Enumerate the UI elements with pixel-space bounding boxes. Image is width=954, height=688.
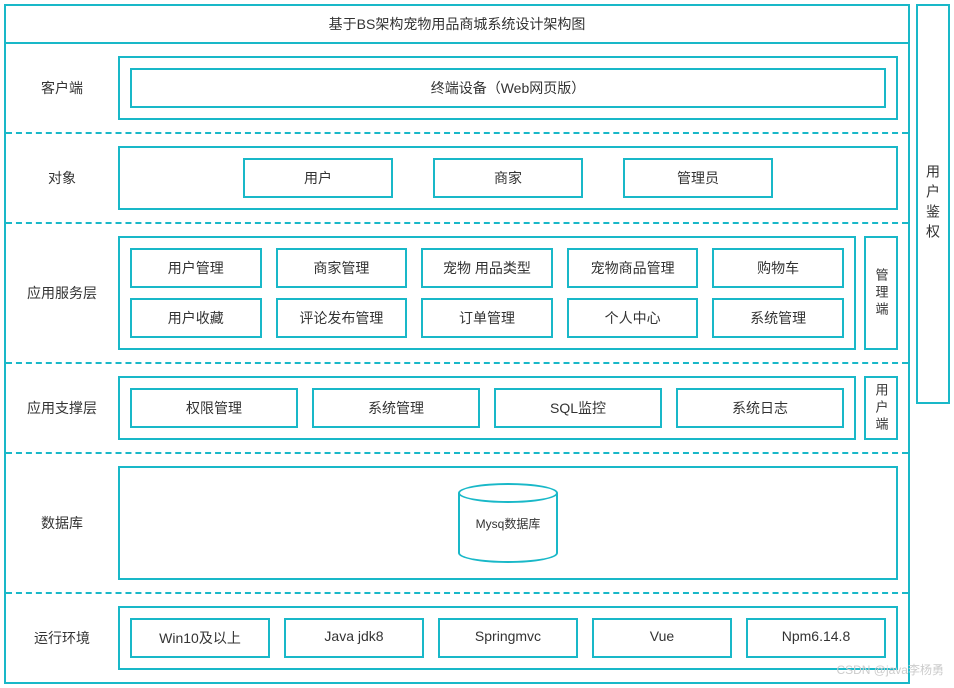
box-user-role: 用户 (243, 158, 393, 198)
main-column: 基于BS架构宠物用品商城系统设计架构图 客户端 终端设备（Web网页版） 对象 … (4, 4, 910, 684)
box-merchant-mgmt: 商家管理 (276, 248, 408, 288)
row-database-label: 数据库 (16, 466, 108, 580)
box-admin-side: 管理端 (864, 236, 898, 350)
box-npm: Npm6.14.8 (746, 618, 886, 658)
row-database: 数据库 Mysq数据库 (6, 454, 908, 594)
row-service-body: 用户管理 商家管理 宠物 用品类型 宠物商品管理 购物车 用户收藏 评论发布管理… (118, 236, 856, 350)
box-user-auth: 用户鉴权 (916, 4, 950, 404)
diagram-root: 基于BS架构宠物用品商城系统设计架构图 客户端 终端设备（Web网页版） 对象 … (4, 4, 950, 684)
database-cylinder-label: Mysq数据库 (476, 515, 541, 532)
diagram-title: 基于BS架构宠物用品商城系统设计架构图 (6, 6, 908, 44)
box-system-log: 系统日志 (676, 388, 844, 428)
box-system-mgmt: 系统管理 (712, 298, 844, 338)
right-column: 用户鉴权 (916, 4, 950, 684)
database-cylinder-icon: Mysq数据库 (458, 483, 558, 563)
box-user-favorites: 用户收藏 (130, 298, 262, 338)
row-client-label: 客户端 (16, 56, 108, 120)
box-admin-role: 管理员 (623, 158, 773, 198)
row-object-body: 用户 商家 管理员 (118, 146, 898, 210)
row-service: 应用服务层 用户管理 商家管理 宠物 用品类型 宠物商品管理 购物车 用户收藏 … (6, 224, 908, 364)
box-springmvc: Springmvc (438, 618, 578, 658)
row-database-body: Mysq数据库 (118, 466, 898, 580)
row-client: 客户端 终端设备（Web网页版） (6, 44, 908, 134)
box-merchant-role: 商家 (433, 158, 583, 198)
row-support-label: 应用支撑层 (16, 376, 108, 440)
box-comment-publish-mgmt: 评论发布管理 (276, 298, 408, 338)
watermark-text: CSDN @java李杨勇 (836, 661, 944, 678)
row-runtime: 运行环境 Win10及以上 Java jdk8 Springmvc Vue Np… (6, 594, 908, 682)
box-permission-mgmt: 权限管理 (130, 388, 298, 428)
box-pet-product-mgmt: 宠物商品管理 (567, 248, 699, 288)
row-support: 应用支撑层 权限管理 系统管理 SQL监控 系统日志 用户端 (6, 364, 908, 454)
box-terminal-device: 终端设备（Web网页版） (130, 68, 886, 108)
row-service-label: 应用服务层 (16, 236, 108, 350)
box-personal-center: 个人中心 (567, 298, 699, 338)
row-client-body: 终端设备（Web网页版） (118, 56, 898, 120)
box-vue: Vue (592, 618, 732, 658)
box-user-side: 用户端 (864, 376, 898, 440)
box-win10: Win10及以上 (130, 618, 270, 658)
row-object-label: 对象 (16, 146, 108, 210)
box-pet-product-type: 宠物 用品类型 (421, 248, 553, 288)
row-support-body: 权限管理 系统管理 SQL监控 系统日志 (118, 376, 856, 440)
box-order-mgmt: 订单管理 (421, 298, 553, 338)
box-sql-monitor: SQL监控 (494, 388, 662, 428)
box-jdk8: Java jdk8 (284, 618, 424, 658)
row-object: 对象 用户 商家 管理员 (6, 134, 908, 224)
row-runtime-label: 运行环境 (16, 606, 108, 670)
row-runtime-body: Win10及以上 Java jdk8 Springmvc Vue Npm6.14… (118, 606, 898, 670)
box-user-mgmt: 用户管理 (130, 248, 262, 288)
box-shopping-cart: 购物车 (712, 248, 844, 288)
box-system-mgmt2: 系统管理 (312, 388, 480, 428)
